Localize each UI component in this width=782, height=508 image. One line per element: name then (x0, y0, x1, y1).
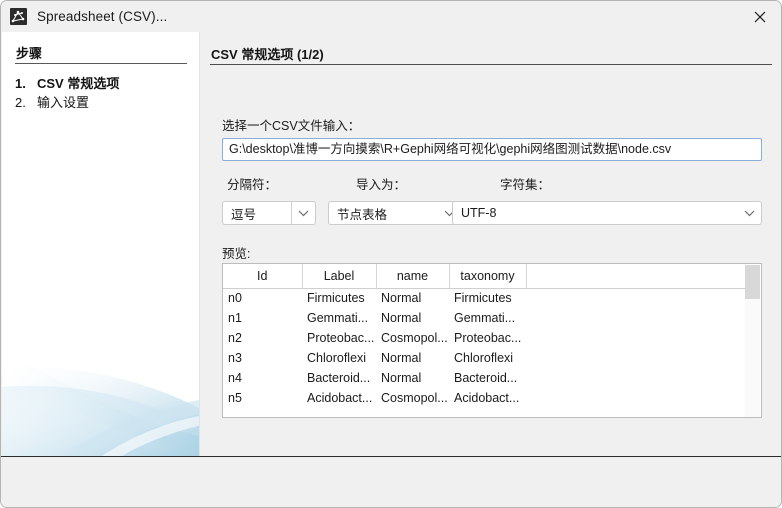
steps-heading: 步骤 (16, 46, 43, 61)
page-title-divider (210, 64, 772, 65)
table-row[interactable]: n2 Proteobac... Cosmopol... Proteobac... (223, 328, 746, 348)
step-1-label: CSV 常规选项 (37, 76, 120, 91)
step-2-label: 输入设置 (37, 95, 90, 110)
preview-table-scrollbar[interactable] (745, 265, 760, 417)
cell-id: n2 (228, 331, 242, 345)
sidebar-step-2: 2. 输入设置 (15, 92, 89, 111)
content-panel: CSV 常规选项 (1/2) 选择一个CSV文件输入： G:\desktop\准… (200, 32, 781, 456)
separator-label: 分隔符： (227, 178, 278, 192)
cell-name: Normal (381, 351, 422, 365)
cell-taxonomy: Bacteroid... (454, 371, 518, 385)
cell-taxonomy: Proteobac... (454, 331, 522, 345)
steps-sidebar: 步骤 1. CSV 常规选项 2. 输入设置 (2, 32, 199, 456)
separator-dropdown-value: 逗号 (231, 207, 257, 222)
cell-blank (526, 308, 746, 328)
cell-taxonomy: Firmicutes (454, 291, 512, 306)
file-input-label: 选择一个CSV文件输入： (222, 119, 361, 133)
separator-dropdown[interactable]: 逗号 (222, 201, 316, 225)
column-header-blank (526, 264, 746, 289)
graph-network-icon (10, 8, 27, 25)
cell-blank (526, 388, 746, 408)
cell-label: Bacteroid... (307, 371, 371, 385)
cell-id: n3 (228, 351, 242, 365)
chevron-down-icon (737, 202, 761, 224)
column-header-name[interactable]: name (376, 264, 450, 289)
steps-heading-divider (15, 63, 187, 64)
cell-id: n4 (228, 371, 242, 385)
cell-blank (526, 328, 746, 348)
table-row[interactable]: n3 Chloroflexi Normal Chloroflexi (223, 348, 746, 368)
page-title: CSV 常规选项 (1/2) (211, 47, 324, 62)
chevron-down-icon (291, 202, 315, 224)
import-as-label: 导入为： (356, 178, 407, 192)
cell-name: Normal (381, 311, 422, 325)
table-row[interactable]: n4 Bacteroid... Normal Bacteroid... (223, 368, 746, 388)
cell-taxonomy: Acidobact... (454, 391, 520, 405)
window-title: Spreadsheet (CSV)... (37, 9, 168, 24)
cell-blank (526, 368, 746, 388)
preview-label: 预览: (222, 247, 251, 261)
column-header-taxonomy[interactable]: taxonomy (449, 264, 527, 289)
decorative-swoosh-graphic (2, 349, 199, 456)
sidebar-step-1: 1. CSV 常规选项 (15, 73, 119, 92)
close-icon[interactable] (737, 1, 781, 32)
csv-file-path-input[interactable]: G:\desktop\准博一方向摸索\R+Gephi网络可视化\gephi网络图… (222, 138, 762, 161)
cell-blank (526, 348, 746, 368)
table-row[interactable]: n0 Firmicutes Normal Firmicutes (223, 288, 746, 308)
cell-blank (526, 288, 746, 308)
button-bar: < 上一步(B) 下一步 > 完成(F) 取消 帮助(H) CSDN @泡泡泡~… (1, 457, 781, 507)
import-as-dropdown[interactable]: 节点表格 (328, 201, 462, 225)
cell-label: Proteobac... (307, 331, 375, 345)
scrollbar-thumb[interactable] (745, 265, 760, 299)
cell-name: Cosmopol... (381, 331, 448, 345)
column-header-label[interactable]: Label (302, 264, 377, 289)
table-row[interactable]: n1 Gemmati... Normal Gemmati... (223, 308, 746, 328)
cell-name: Cosmopol... (381, 391, 448, 405)
cell-taxonomy: Chloroflexi (454, 351, 514, 365)
dialog-window: Spreadsheet (CSV)... 步骤 1. CSV 常规选项 2. 输入设… (0, 0, 782, 508)
charset-label: 字符集： (500, 178, 551, 192)
charset-dropdown[interactable]: UTF-8 (452, 201, 762, 225)
step-2-number: 2. (15, 95, 26, 110)
preview-table: Id Label name taxonomy n0 Firmicutes Nor… (223, 264, 746, 408)
cell-label: Gemmati... (307, 311, 369, 325)
cell-label: Firmicutes (307, 291, 365, 306)
cell-id: n1 (228, 311, 242, 325)
cell-label: Chloroflexi (307, 351, 367, 365)
cell-name: Normal (381, 371, 422, 385)
cell-id: n0 (228, 291, 242, 306)
column-header-id[interactable]: Id (223, 264, 303, 289)
table-row[interactable]: n5 Acidobact... Cosmopol... Acidobact... (223, 388, 746, 408)
cell-taxonomy: Gemmati... (454, 311, 516, 325)
cell-label: Acidobact... (307, 391, 373, 405)
import-as-dropdown-value: 节点表格 (337, 207, 388, 222)
table-header-row: Id Label name taxonomy (223, 264, 746, 289)
preview-table-container: Id Label name taxonomy n0 Firmicutes Nor… (222, 263, 762, 418)
cell-id: n5 (228, 391, 242, 405)
cell-name: Normal (381, 291, 422, 306)
step-1-number: 1. (15, 76, 26, 91)
title-bar: Spreadsheet (CSV)... (1, 1, 781, 32)
charset-dropdown-value: UTF-8 (461, 206, 497, 220)
